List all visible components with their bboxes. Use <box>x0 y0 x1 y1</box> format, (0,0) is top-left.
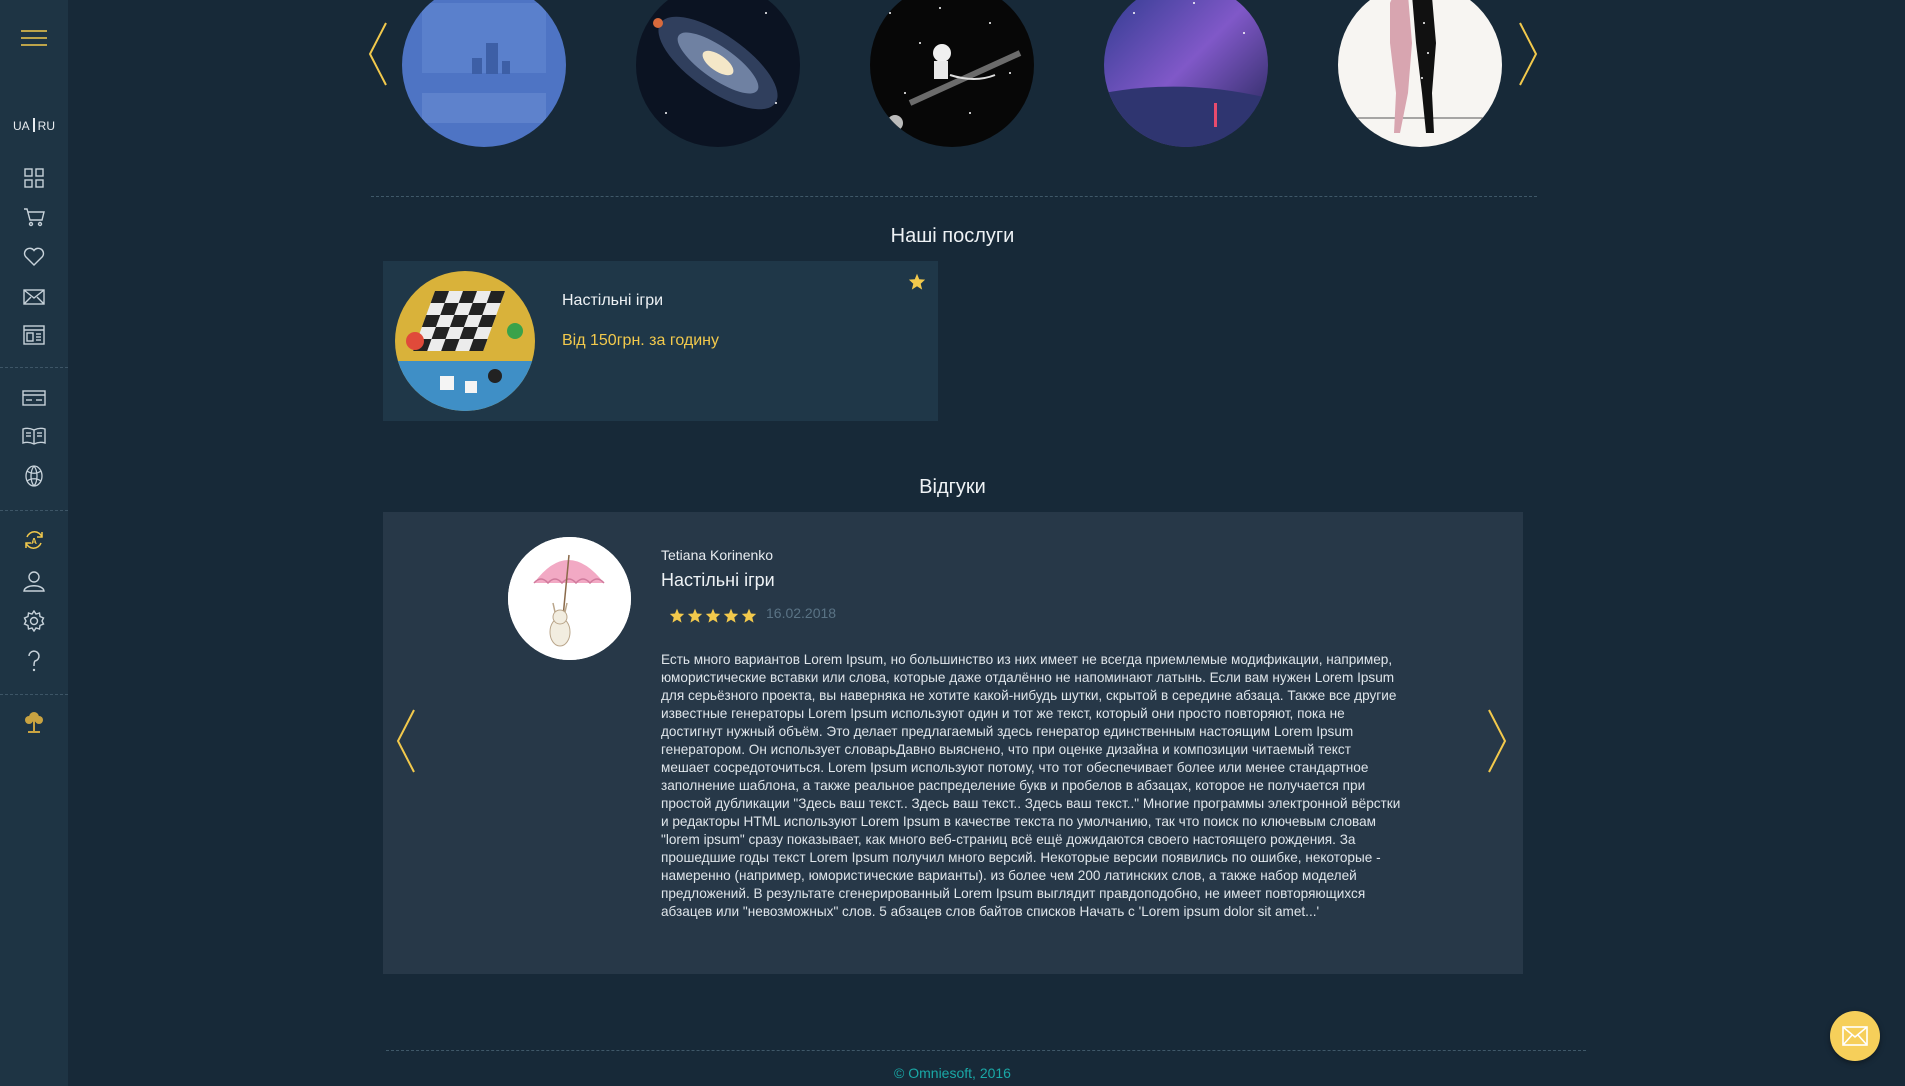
service-price: Від 150грн. за годину <box>562 332 719 349</box>
footer-copyright: © Omniesoft, 2016 <box>894 1065 1011 1081</box>
refresh-a-icon[interactable]: A <box>0 524 68 556</box>
language-switcher: UA RU <box>0 118 68 133</box>
carousel-next-arrow[interactable] <box>1518 22 1538 91</box>
gear-icon[interactable] <box>0 605 68 637</box>
services-title: Наші послуги <box>890 225 1015 247</box>
carousel-image-night-sky[interactable] <box>1104 0 1268 147</box>
envelope-icon <box>1842 1026 1868 1046</box>
cart-icon[interactable] <box>0 201 68 233</box>
menu-icon[interactable] <box>0 22 68 54</box>
section-divider <box>371 196 1537 197</box>
rating-star-icon <box>705 608 721 623</box>
lang-separator <box>32 118 35 132</box>
carousel-image-couple[interactable] <box>1338 0 1502 147</box>
review-title: Настільні ігри <box>661 570 775 590</box>
rating-star-icon <box>741 608 757 623</box>
book-icon[interactable] <box>0 420 68 452</box>
service-name: Настільні ігри <box>562 292 664 309</box>
service-card[interactable]: Настільні ігри Від 150грн. за годину <box>383 261 938 421</box>
news-icon[interactable] <box>0 319 68 351</box>
mail-icon[interactable] <box>0 281 68 313</box>
grid-icon[interactable] <box>0 162 68 194</box>
sidebar: UA RU A <box>0 0 68 1086</box>
review-rating <box>669 608 757 623</box>
reviewer-avatar <box>508 537 631 660</box>
question-icon[interactable] <box>0 645 68 677</box>
carousel-image-galaxy[interactable] <box>636 0 800 147</box>
review-next-arrow[interactable] <box>1487 709 1507 778</box>
svg-text:A: A <box>31 537 37 546</box>
review-date: 16.02.2018 <box>766 605 837 621</box>
ball-icon[interactable] <box>0 460 68 492</box>
rating-star-icon <box>669 608 685 623</box>
sidebar-divider <box>0 367 68 368</box>
review-author: Tetiana Korinenko <box>661 547 774 563</box>
sidebar-divider <box>0 694 68 695</box>
reviews-title: Відгуки <box>919 476 986 498</box>
sidebar-divider <box>0 510 68 511</box>
carousel-prev-arrow[interactable] <box>368 22 388 91</box>
review-text: Есть много вариантов Lorem Ipsum, но бол… <box>661 652 1401 919</box>
lang-ua[interactable]: UA <box>13 119 30 133</box>
tree-icon[interactable] <box>0 706 68 738</box>
carousel-image-astronaut[interactable] <box>870 0 1034 147</box>
rating-star-icon <box>723 608 739 623</box>
service-image-board-games <box>395 271 535 411</box>
review-carousel: Tetiana Korinenko Настільні ігри 16.02.2… <box>383 512 1523 974</box>
review-prev-arrow[interactable] <box>396 709 416 778</box>
contact-mail-button[interactable] <box>1830 1011 1880 1061</box>
footer-divider <box>386 1050 1586 1051</box>
rating-star-icon <box>687 608 703 623</box>
favorite-star-icon[interactable] <box>908 273 926 295</box>
heart-icon[interactable] <box>0 241 68 273</box>
user-icon[interactable] <box>0 565 68 597</box>
lang-ru[interactable]: RU <box>38 119 55 133</box>
card-icon[interactable] <box>0 382 68 414</box>
main-content: Наші послуги Настільні ігри Від 150грн. … <box>68 0 1905 1086</box>
carousel-image-chart[interactable] <box>402 0 566 147</box>
